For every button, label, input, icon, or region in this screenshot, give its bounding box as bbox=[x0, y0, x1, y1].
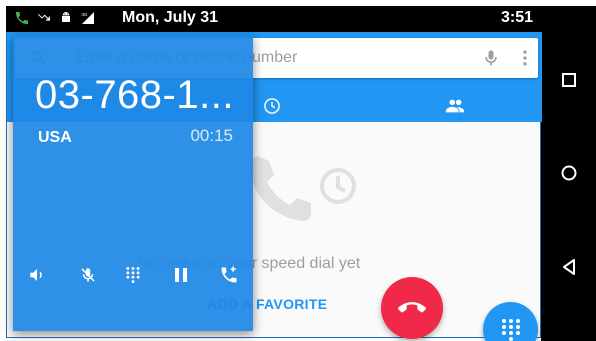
pause-icon[interactable] bbox=[169, 263, 193, 287]
status-time: 3:51 bbox=[500, 9, 533, 26]
in-call-card[interactable]: 03-768-1... USA 00:15 bbox=[13, 35, 253, 331]
signal-3g-icon: 3G bbox=[81, 12, 94, 24]
more-vert-icon[interactable] bbox=[515, 48, 535, 68]
call-duration: 00:15 bbox=[190, 126, 233, 145]
screen: 3G Mon, July 31 3:51 Enter a name or pho… bbox=[0, 0, 596, 341]
call-number: 03-768-1... bbox=[35, 73, 234, 117]
end-call-button[interactable] bbox=[381, 277, 443, 339]
add-call-icon[interactable] bbox=[217, 263, 241, 287]
tab-contacts[interactable] bbox=[375, 90, 535, 122]
dialpad-icon[interactable] bbox=[121, 263, 145, 287]
mute-icon[interactable] bbox=[76, 263, 100, 287]
missed-call-icon bbox=[38, 14, 50, 21]
call-controls bbox=[13, 260, 253, 290]
status-bar: 3G Mon, July 31 3:51 bbox=[6, 6, 541, 32]
status-date: Mon, July 31 bbox=[122, 9, 219, 26]
contacts-people-icon bbox=[445, 99, 465, 113]
navigation-bar bbox=[541, 6, 596, 341]
phone-in-call-icon bbox=[16, 12, 28, 24]
recents-clock-icon bbox=[264, 98, 280, 114]
speaker-icon[interactable] bbox=[25, 263, 49, 287]
call-end-icon bbox=[398, 302, 426, 313]
svg-text:3G: 3G bbox=[81, 12, 88, 17]
dialpad-icon bbox=[501, 318, 520, 341]
back-triangle-icon[interactable] bbox=[559, 257, 579, 277]
call-location: USA bbox=[38, 129, 72, 146]
recents-square-icon[interactable] bbox=[559, 70, 579, 90]
mic-icon[interactable] bbox=[481, 48, 501, 68]
status-icons: 3G bbox=[14, 10, 96, 26]
home-circle-icon[interactable] bbox=[559, 163, 579, 183]
android-icon bbox=[62, 12, 70, 22]
